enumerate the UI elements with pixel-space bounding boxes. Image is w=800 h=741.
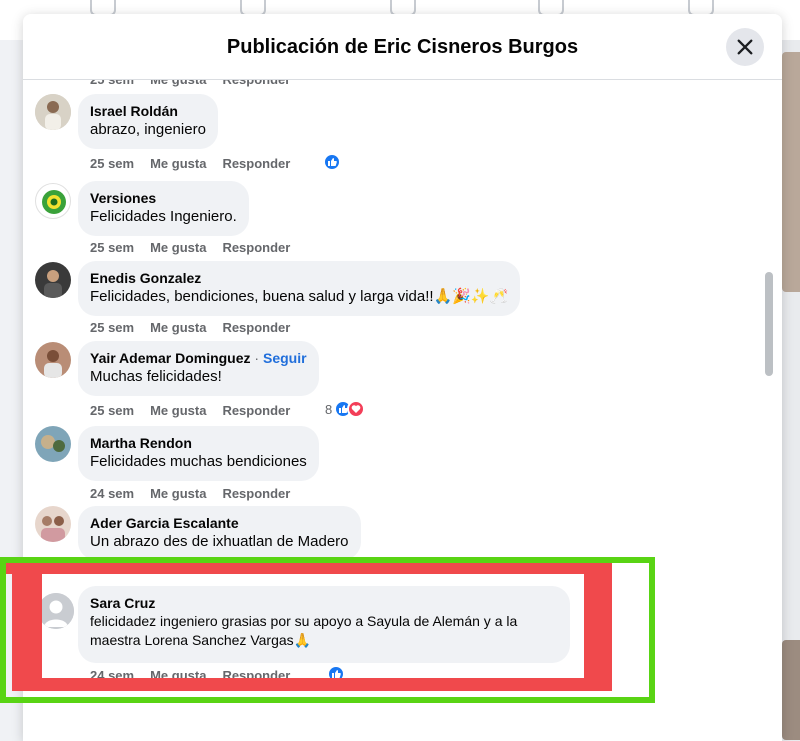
like-button[interactable]: Me gusta xyxy=(150,320,206,335)
comment-author[interactable]: Yair Ademar Dominguez xyxy=(90,350,251,366)
avatar[interactable] xyxy=(35,426,71,462)
reply-button[interactable]: Responder xyxy=(222,320,290,335)
comment-text: Felicidades, bendiciones, buena salud y … xyxy=(90,288,509,305)
reply-button[interactable]: Responder xyxy=(222,240,290,255)
comment-text: abrazo, ingeniero xyxy=(90,121,206,138)
reply-button[interactable]: Responder xyxy=(222,156,290,171)
comment-meta: 25 sem Me gusta Responder xyxy=(90,240,291,255)
like-button[interactable]: Me gusta xyxy=(150,403,206,418)
comment-meta: 25 sem Me gusta Responder xyxy=(90,156,291,171)
dialog-header: Publicación de Eric Cisneros Burgos xyxy=(23,14,782,80)
comment-text: Muchas felicidades! xyxy=(90,368,222,385)
comment-text: Un abrazo des de ixhuatlan de Madero xyxy=(90,533,349,550)
highlight-box-green xyxy=(0,557,655,703)
close-icon xyxy=(737,39,753,55)
dialog-title: Publicación de Eric Cisneros Burgos xyxy=(226,36,579,58)
like-button[interactable]: Me gusta xyxy=(150,486,206,501)
comment-meta: 25 sem Me gusta Responder xyxy=(90,403,291,418)
follow-link[interactable]: Seguir xyxy=(263,350,307,366)
comment-author-line: Yair Ademar Dominguez · Seguir xyxy=(90,350,307,366)
reply-button[interactable]: Responder xyxy=(222,486,290,501)
comment-bubble: Yair Ademar Dominguez · Seguir Muchas fe… xyxy=(78,341,319,396)
comment-meta: 24 sem Me gusta Responder xyxy=(90,486,291,501)
avatar[interactable] xyxy=(35,94,71,130)
comment-author[interactable]: Ader Garcia Escalante xyxy=(90,514,349,532)
like-reaction-icon xyxy=(323,153,341,171)
comment-author[interactable]: Versiones xyxy=(90,189,237,207)
avatar[interactable] xyxy=(35,342,71,378)
reaction-summary[interactable] xyxy=(323,153,341,171)
like-button[interactable]: Me gusta xyxy=(150,240,206,255)
close-button[interactable] xyxy=(726,28,764,66)
comments-list: 25 semMe gustaResponder Israel Roldán ab… xyxy=(0,0,800,741)
love-reaction-icon xyxy=(347,400,366,418)
avatar[interactable] xyxy=(35,262,71,298)
avatar[interactable] xyxy=(35,183,71,219)
comment-text: Felicidades muchas bendiciones xyxy=(90,453,307,470)
like-button[interactable]: Me gusta xyxy=(150,156,206,171)
avatar[interactable] xyxy=(35,506,71,542)
comment-text: Felicidades Ingeniero. xyxy=(90,208,237,225)
comment-bubble: Enedis Gonzalez Felicidades, bendiciones… xyxy=(78,261,521,316)
comment-bubble: Ader Garcia Escalante Un abrazo des de i… xyxy=(78,506,361,560)
comment-bubble: Versiones Felicidades Ingeniero. xyxy=(78,181,249,236)
comment-meta: 25 sem Me gusta Responder xyxy=(90,320,291,335)
comment-bubble: Israel Roldán abrazo, ingeniero xyxy=(78,94,218,149)
comment-author[interactable]: Israel Roldán xyxy=(90,102,206,120)
comment-bubble: Martha Rendon Felicidades muchas bendici… xyxy=(78,426,319,481)
reply-button[interactable]: Responder xyxy=(222,403,290,418)
comment-author[interactable]: Martha Rendon xyxy=(90,434,307,452)
reaction-summary[interactable]: 8 xyxy=(325,400,366,418)
comment-author[interactable]: Enedis Gonzalez xyxy=(90,269,508,287)
reaction-count: 8 xyxy=(325,401,333,417)
